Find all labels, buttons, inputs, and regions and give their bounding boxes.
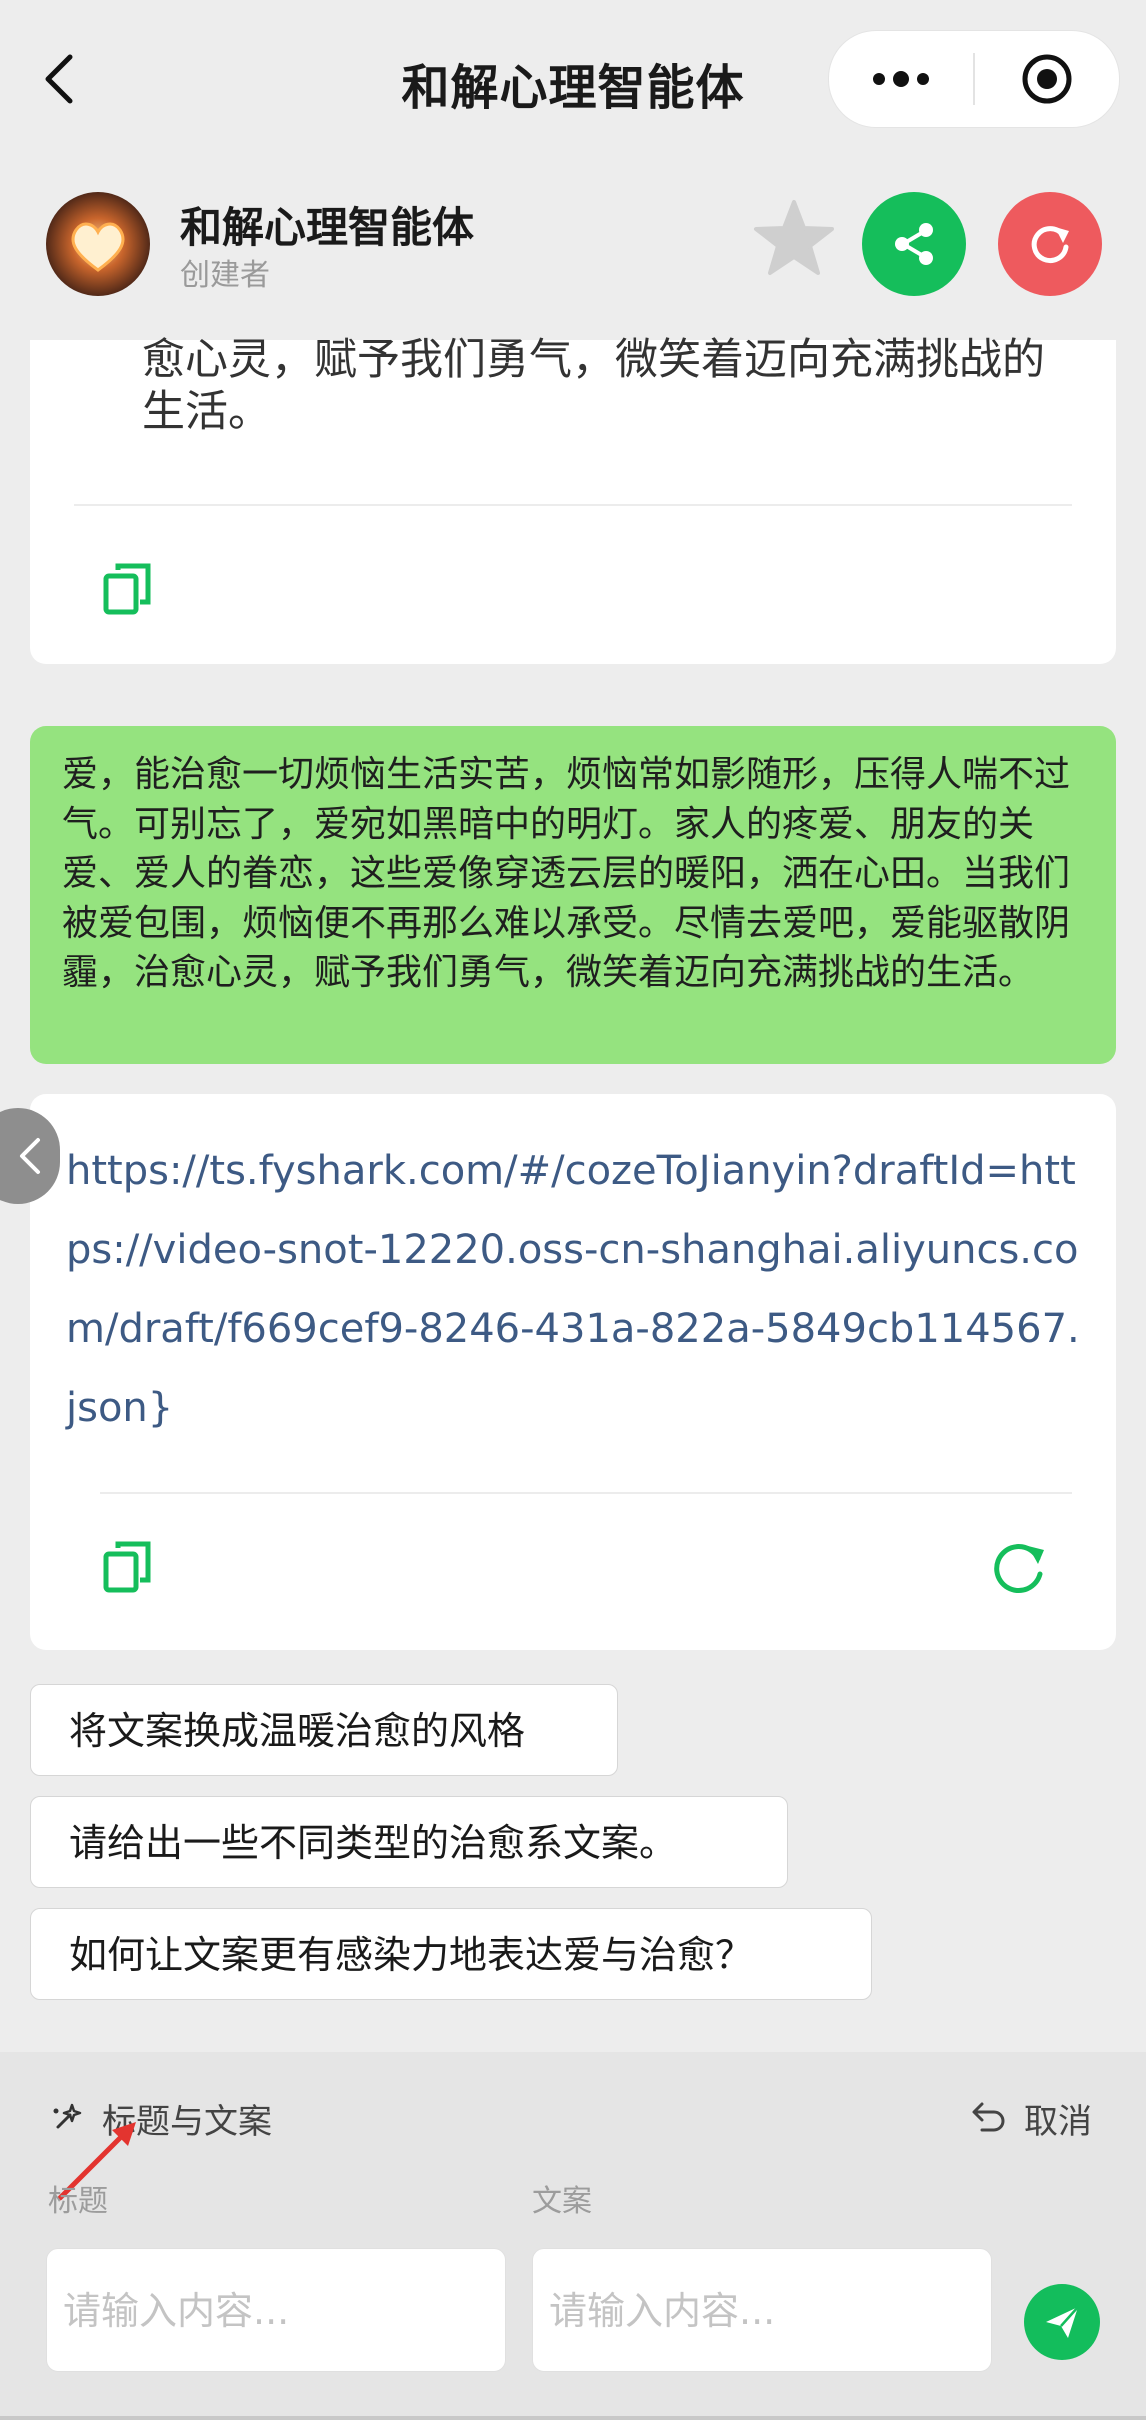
target-close-icon [1022,54,1072,104]
suggestion-chip[interactable]: 如何让文案更有感染力地表达爱与治愈？ [30,1908,872,2000]
cancel-button[interactable]: 取消 [966,2094,1092,2143]
assistant-message-text: 愈心灵，赋予我们勇气，微笑着迈向充满挑战的生活。 [142,335,1045,437]
copy-field-label: 文案 [532,2184,592,2219]
cancel-label: 取消 [1024,2102,1092,2142]
title-field-label: 标题 [48,2184,108,2219]
suggestion-chip[interactable]: 将文案换成温暖治愈的风格 [30,1684,618,1776]
star-icon [754,200,834,275]
user-message-text: 爱，能治愈一切烦恼生活实苦，烦恼常如影随形，压得人喘不过气。可别忘了，爱宛如黑暗… [62,754,1071,993]
mini-program-capsule [828,30,1120,128]
bottom-edge [0,2416,1146,2420]
bot-creator-label: 创建者 [180,258,270,293]
copy-icon [103,1541,151,1593]
share-button[interactable] [862,192,966,296]
send-button[interactable] [1024,2284,1100,2360]
refresh-icon [994,1544,1044,1593]
share-icon [895,223,933,265]
send-icon [1046,2306,1079,2338]
copy-icon [103,563,151,615]
card-divider [74,504,1072,506]
link-message-text[interactable]: https://ts.fyshark.com/#/cozeToJianyin?d… [66,1132,1090,1448]
favorite-button[interactable] [752,196,836,280]
close-mini-program-button[interactable] [975,31,1119,127]
undo-icon [972,2102,1005,2131]
refresh-icon [1031,226,1069,264]
bot-name: 和解心理智能体 [180,203,475,252]
title-input[interactable]: 请输入内容... [46,2248,506,2372]
bot-avatar[interactable] [46,192,150,296]
suggestion-chip[interactable]: 请给出一些不同类型的治愈系文案。 [30,1796,788,1888]
copy-input[interactable]: 请输入内容... [532,2248,992,2372]
restart-button[interactable] [998,192,1102,296]
more-button[interactable] [829,31,973,127]
copy-button[interactable] [100,1538,158,1600]
regenerate-button[interactable] [988,1536,1050,1602]
chevron-left-icon [20,1138,40,1174]
card-divider [100,1492,1072,1494]
more-dots-icon [873,71,929,87]
copy-button[interactable] [100,560,158,622]
